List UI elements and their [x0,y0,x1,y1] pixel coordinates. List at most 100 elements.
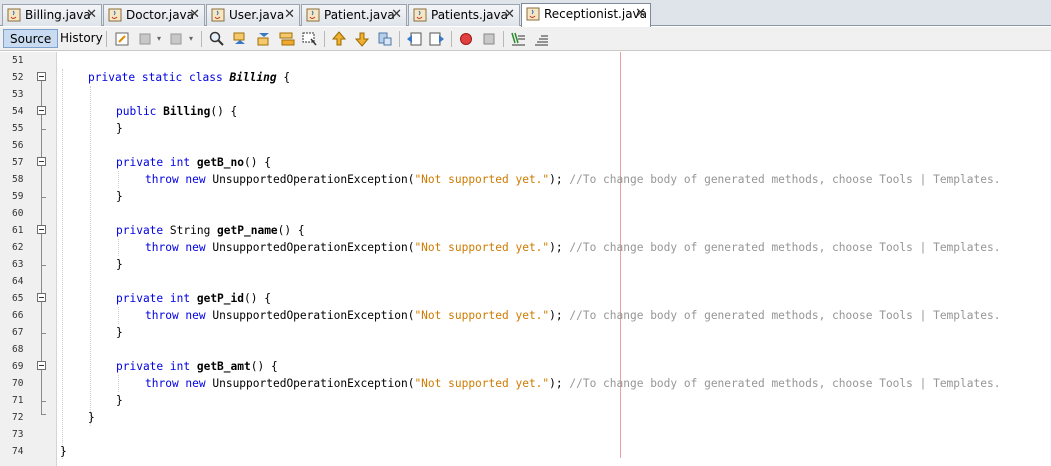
code-text: () { [210,105,238,118]
tab-doctor[interactable]: Doctor.java ✕ [103,4,205,26]
method-name: getB_amt [196,360,251,373]
keyword: private int [116,360,191,373]
close-icon[interactable]: ✕ [284,7,295,22]
back-icon[interactable] [137,30,155,48]
line-number: 65 [12,293,24,304]
chevron-down-icon[interactable]: ▾ [157,34,161,43]
code-line-52: private static class Billing { [88,69,290,86]
code-text: UnsupportedOperationException( [205,173,415,186]
source-tab-button[interactable]: Source [3,29,59,48]
tab-label: Billing.java [25,8,91,22]
keyword: private int [116,156,191,169]
comment-icon[interactable] [509,30,527,48]
shift-left-icon[interactable] [405,30,423,48]
editor-tab-bar: Billing.java ✕ Doctor.java ✕ User.java ✕… [0,0,1051,27]
chevron-down-icon[interactable]: ▾ [189,34,193,43]
line-number: 74 [12,446,24,457]
code-line-69: private int getB_amt() { [116,358,278,375]
method-name: getB_no [196,156,244,169]
tab-billing[interactable]: Billing.java ✕ [2,4,102,26]
history-tab-button[interactable]: History [54,29,109,48]
tab-patients[interactable]: Patients.java ✕ [408,4,520,26]
code-text: () { [244,292,271,305]
code-line-66: throw new UnsupportedOperationException(… [145,307,1000,324]
close-icon[interactable]: ✕ [504,7,515,22]
java-file-icon [7,8,21,22]
code-editor[interactable]: 51 52 53 54 55 56 57 58 59 60 61 62 63 6… [0,52,1051,466]
fold-end-marker [41,333,46,334]
stop-macro-icon[interactable] [480,30,498,48]
line-number: 55 [12,123,24,134]
close-icon[interactable]: ✕ [189,7,200,22]
fold-collapse-icon[interactable] [37,106,46,115]
code-line-57: private int getB_no() { [116,154,271,171]
toggle-bookmark-icon[interactable] [376,30,394,48]
java-file-icon [108,8,122,22]
indent-guide [118,307,119,324]
type-name: String [163,224,218,237]
fold-collapse-icon[interactable] [37,157,46,166]
last-edit-icon[interactable] [113,30,131,48]
tab-label: Patient.java [324,8,395,22]
method-name: getP_name [217,224,278,237]
code-line-62: throw new UnsupportedOperationException(… [145,239,1000,256]
code-line-74: } [60,445,67,458]
code-line-63: } [116,258,123,271]
close-icon[interactable]: ✕ [635,6,646,21]
indent-guide [62,69,63,459]
line-number-gutter: 51 52 53 54 55 56 57 58 59 60 61 62 63 6… [0,52,57,466]
close-icon[interactable]: ✕ [391,7,402,22]
keyword: throw new [145,241,206,254]
comment: //To change body of generated methods, c… [569,173,1001,186]
code-text: UnsupportedOperationException( [205,241,415,254]
fold-collapse-icon[interactable] [37,361,46,370]
toolbar-separator [324,31,325,47]
code-line-55: } [116,122,123,135]
start-macro-icon[interactable] [457,30,475,48]
find-selection-icon[interactable] [301,30,319,48]
line-number: 53 [12,89,24,100]
java-file-icon [526,7,540,21]
next-bookmark-icon[interactable] [353,30,371,48]
close-icon[interactable]: ✕ [86,7,97,22]
fold-collapse-icon[interactable] [37,293,46,302]
string-literal: "Not supported yet." [414,377,550,390]
line-number: 56 [12,140,24,151]
keyword: public [116,105,157,118]
line-number: 51 [12,55,24,66]
comment: //To change body of generated methods, c… [569,309,1001,322]
previous-bookmark-icon[interactable] [330,30,348,48]
code-text: () { [277,224,305,237]
tab-patient[interactable]: Patient.java ✕ [301,4,407,26]
find-icon[interactable] [208,30,226,48]
fold-collapse-icon[interactable] [37,72,46,81]
toolbar-separator [503,31,504,47]
line-number: 52 [12,72,24,83]
line-number: 62 [12,242,24,253]
tab-label: User.java [229,8,285,22]
editor-toolbar: Source History ▾ ▾ [0,27,1051,51]
find-next-icon[interactable] [255,30,273,48]
code-text: UnsupportedOperationException( [205,377,415,390]
fold-collapse-icon[interactable] [37,225,46,234]
toggle-highlight-icon[interactable] [278,30,296,48]
keyword: throw new [145,377,206,390]
fold-end-marker [41,129,46,130]
code-text: () { [250,360,278,373]
java-file-icon [211,8,225,22]
shift-right-icon[interactable] [428,30,446,48]
keyword: throw new [145,173,206,186]
keyword: throw new [145,309,206,322]
code-text: ); [549,309,570,322]
java-file-icon [306,8,320,22]
code-text: ); [549,241,570,254]
forward-icon[interactable] [168,30,186,48]
toolbar-separator [106,31,107,47]
find-previous-icon[interactable] [231,30,249,48]
tab-label: Receptionist.java [544,7,648,21]
tab-user[interactable]: User.java ✕ [206,4,300,26]
line-number: 71 [12,395,24,406]
tab-receptionist[interactable]: Receptionist.java ✕ [521,3,651,27]
code-text: ); [549,377,570,390]
uncomment-icon[interactable] [532,30,550,48]
